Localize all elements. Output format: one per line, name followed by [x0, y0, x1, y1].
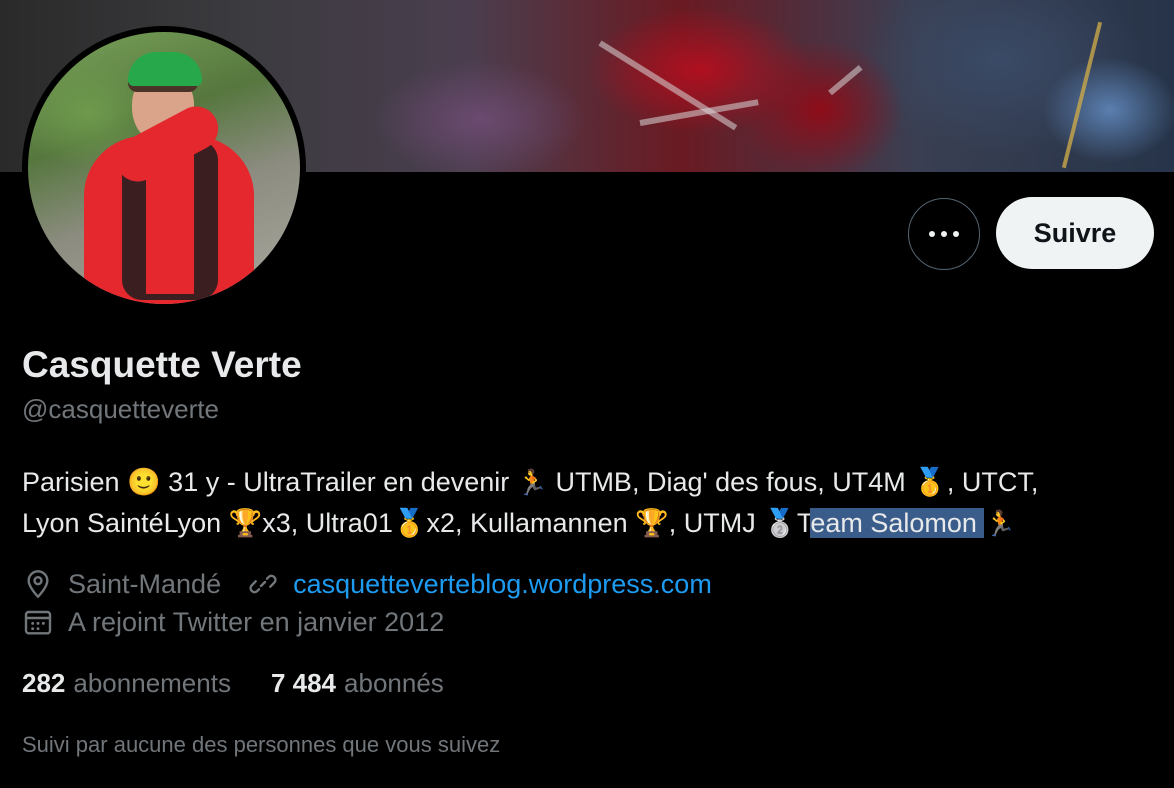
silver-medal-emoji-icon: 🥈	[763, 508, 797, 539]
bio-text: , UTMJ	[668, 508, 764, 538]
avatar-photo	[28, 32, 300, 304]
profile-avatar[interactable]	[22, 26, 306, 310]
followers-link[interactable]: 7 484 abonnés	[271, 668, 444, 699]
bio-text: x3, Ultra01	[262, 508, 393, 538]
following-count: 282	[22, 668, 66, 698]
bio-line-2: Lyon SaintéLyon 🏆x3, Ultra01🥇x2, Kullama…	[22, 503, 1152, 544]
profile-website-link[interactable]: casquetteverteblog.wordpress.com	[293, 569, 712, 600]
bio-text: T	[796, 508, 811, 538]
bio-line-1: Parisien 🙂 31 y - UltraTrailer en deveni…	[22, 462, 1152, 503]
profile-stats: 282 abonnements 7 484 abonnés	[22, 668, 444, 699]
calendar-icon	[24, 610, 52, 635]
more-dots-icon	[929, 231, 959, 237]
profile-bio: Parisien 🙂 31 y - UltraTrailer en deveni…	[22, 462, 1152, 544]
followed-by-text: Suivi par aucune des personnes que vous …	[22, 732, 501, 757]
trophy-emoji-icon: 🏆	[635, 508, 669, 539]
bio-text: UTMB, Diag' des fous, UT4M	[547, 467, 914, 497]
gold-medal-emoji-icon: 🥇	[392, 508, 427, 539]
following-link[interactable]: 282 abonnements	[22, 668, 231, 699]
trophy-emoji-icon: 🏆	[228, 508, 263, 539]
more-options-button[interactable]	[908, 198, 980, 270]
following-label: abonnements	[73, 668, 231, 698]
bio-text: 31 y - UltraTrailer en devenir	[160, 467, 517, 497]
profile-handle: @casquetteverte	[22, 394, 219, 424]
gold-medal-emoji-icon: 🥇	[913, 467, 947, 498]
bio-selected-text[interactable]: eam Salomon	[810, 508, 985, 538]
runner-emoji-icon: 🏃	[984, 509, 1016, 538]
profile-joined-date: A rejoint Twitter en janvier 2012	[68, 606, 445, 637]
banner-stripe	[828, 64, 863, 96]
runner-emoji-icon: 🏃	[516, 468, 548, 497]
follow-button[interactable]: Suivre	[996, 197, 1154, 269]
location-pin-icon	[27, 570, 49, 599]
followers-label: abonnés	[344, 668, 444, 698]
avatar-cap-shape	[128, 52, 202, 86]
profile-display-name: Casquette Verte	[22, 344, 302, 385]
smile-emoji-icon: 🙂	[127, 467, 161, 498]
profile-location: Saint-Mandé	[68, 568, 222, 599]
bio-text: Parisien	[22, 467, 128, 497]
profile-page: Suivre Casquette Verte @casquetteverte P…	[0, 0, 1174, 788]
bio-text: Lyon SaintéLyon	[22, 508, 229, 538]
link-icon	[249, 574, 277, 594]
profile-meta-row: Saint-Mandé casquetteverteblog.wordpress…	[22, 568, 712, 600]
followers-count: 7 484	[270, 668, 337, 698]
banner-rail	[1061, 21, 1103, 169]
bio-text: , UTCT,	[946, 467, 1039, 497]
bio-text: x2, Kullamannen	[426, 508, 636, 538]
profile-joined-row: A rejoint Twitter en janvier 2012	[22, 606, 444, 638]
